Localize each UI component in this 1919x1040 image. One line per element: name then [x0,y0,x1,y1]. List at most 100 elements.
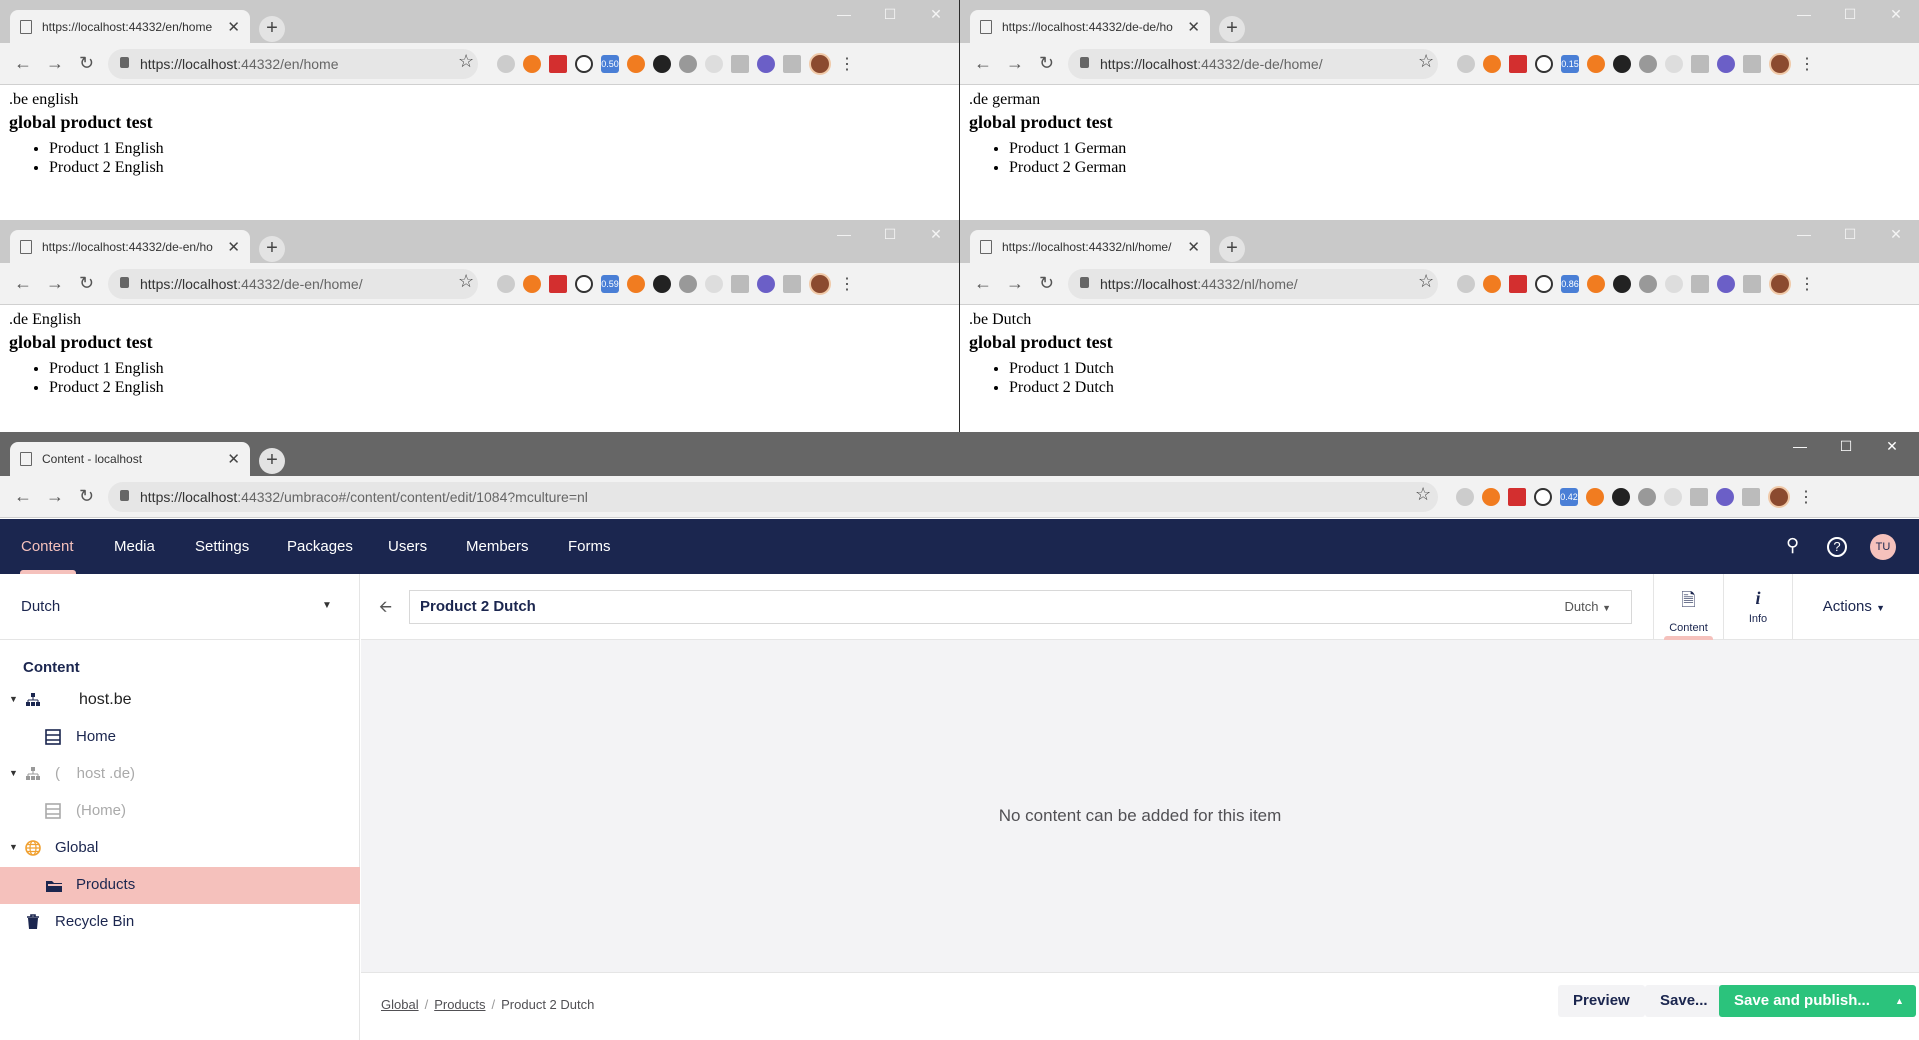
extension-icon[interactable] [1587,275,1605,293]
breadcrumb-global[interactable]: Global [381,997,419,1012]
new-tab-button[interactable]: + [1219,16,1245,42]
extension-icon[interactable] [1691,55,1709,73]
extension-icon[interactable] [1508,488,1526,506]
search-icon[interactable]: ⚲ [1786,535,1799,556]
extension-icon[interactable] [1664,488,1682,506]
expand-arrow-icon[interactable]: ▼ [9,842,18,852]
extension-icon[interactable] [1509,55,1527,73]
menu-icon[interactable]: ⋮ [839,274,855,294]
extension-icon[interactable] [1665,55,1683,73]
help-icon[interactable]: ? [1827,537,1847,557]
menu-icon[interactable]: ⋮ [1798,487,1814,507]
reload-button[interactable]: ↻ [79,486,94,507]
extension-icon[interactable] [757,55,775,73]
search-extension-icon[interactable] [1534,488,1552,506]
back-button[interactable]: ← [974,53,992,74]
maximize-button[interactable]: ☐ [867,220,913,250]
extension-icon[interactable] [1639,275,1657,293]
preview-button[interactable]: Preview [1558,985,1645,1017]
extension-icon[interactable] [523,55,541,73]
forward-button[interactable]: → [1006,53,1024,74]
back-button[interactable]: ← [974,273,992,294]
extension-icon[interactable] [705,55,723,73]
eye-icon[interactable] [1612,488,1630,506]
back-button[interactable]: ← [14,486,32,507]
extension-icon[interactable] [523,275,541,293]
browser-tab[interactable]: Content - localhost ✕ [10,442,250,476]
expand-arrow-icon[interactable]: ▼ [9,694,18,704]
extension-icon[interactable] [627,55,645,73]
menu-icon[interactable]: ⋮ [1799,54,1815,74]
bookmark-star-icon[interactable]: ☆ [1418,51,1434,72]
nav-forms[interactable]: Forms [568,519,611,574]
reload-button[interactable]: ↻ [79,53,94,74]
save-publish-button[interactable]: Save and publish... ▲ [1719,985,1916,1017]
extension-icon[interactable] [783,55,801,73]
extension-icon[interactable] [1456,488,1474,506]
new-tab-button[interactable]: + [1219,236,1245,262]
extension-icon[interactable] [783,275,801,293]
new-tab-button[interactable]: + [259,16,285,42]
back-button[interactable]: ← [14,53,32,74]
extension-icon[interactable] [1716,488,1734,506]
language-selector[interactable]: Dutch ▼ [0,574,360,640]
bookmark-star-icon[interactable]: ☆ [1415,484,1431,505]
extension-icon[interactable] [549,55,567,73]
profile-avatar[interactable] [809,53,831,75]
app-info-tab[interactable]: i Info [1723,574,1793,640]
close-window-button[interactable]: ✕ [1873,0,1919,30]
extension-icon[interactable] [497,275,515,293]
search-extension-icon[interactable] [575,55,593,73]
menu-icon[interactable]: ⋮ [839,54,855,74]
minimize-button[interactable]: — [1777,432,1823,462]
back-button[interactable]: ← [14,273,32,294]
close-tab-icon[interactable]: ✕ [227,238,240,256]
extension-icon[interactable] [1742,488,1760,506]
extension-icon[interactable] [1717,55,1735,73]
tree-node-products[interactable]: Products [0,867,360,904]
address-bar[interactable]: https://localhost:44332/umbraco#/content… [108,482,1438,512]
nav-settings[interactable]: Settings [195,519,249,574]
forward-button[interactable]: → [1006,273,1024,294]
user-avatar[interactable]: TU [1870,534,1896,560]
profile-avatar[interactable] [809,273,831,295]
extension-icon[interactable] [1482,488,1500,506]
nav-users[interactable]: Users [388,519,427,574]
tree-node-recycle-bin[interactable]: Recycle Bin [0,904,360,941]
close-tab-icon[interactable]: ✕ [227,450,240,468]
extension-icon[interactable] [1483,55,1501,73]
extension-icon[interactable] [679,55,697,73]
caret-up-icon[interactable]: ▲ [1895,985,1904,1017]
browser-tab[interactable]: https://localhost:44332/de-en/ho ✕ [10,230,250,263]
speed-badge[interactable]: 0.42 [1560,488,1578,506]
extension-icon[interactable] [1483,275,1501,293]
extension-icon[interactable] [1638,488,1656,506]
extension-icon[interactable] [497,55,515,73]
node-name-input[interactable]: Product 2 Dutch Dutch ▼ [409,590,1632,624]
extension-icon[interactable] [1743,55,1761,73]
extension-icon[interactable] [1509,275,1527,293]
address-bar[interactable]: https://localhost:44332/de-en/home/ [108,269,478,299]
tree-node-global[interactable]: ▼ Global [0,830,360,867]
forward-button[interactable]: → [46,486,64,507]
nav-packages[interactable]: Packages [287,519,353,574]
close-tab-icon[interactable]: ✕ [227,18,240,36]
nav-content[interactable]: Content [21,519,74,574]
reload-button[interactable]: ↻ [1039,273,1054,294]
forward-button[interactable]: → [46,273,64,294]
eye-icon[interactable] [1613,275,1631,293]
speed-badge[interactable]: 0.15 [1561,55,1579,73]
expand-arrow-icon[interactable]: ▼ [9,768,18,778]
maximize-button[interactable]: ☐ [867,0,913,30]
minimize-button[interactable]: — [1781,0,1827,30]
profile-avatar[interactable] [1769,273,1791,295]
extension-icon[interactable] [731,275,749,293]
eye-icon[interactable] [1613,55,1631,73]
reload-button[interactable]: ↻ [1039,53,1054,74]
address-bar[interactable]: https://localhost:44332/nl/home/ [1068,269,1438,299]
browser-tab[interactable]: https://localhost:44332/de-de/ho ✕ [970,10,1210,43]
app-content-tab[interactable]: 🗎 Content [1653,574,1723,640]
close-window-button[interactable]: ✕ [1869,432,1915,462]
extension-icon[interactable] [1457,55,1475,73]
new-tab-button[interactable]: + [259,448,285,474]
